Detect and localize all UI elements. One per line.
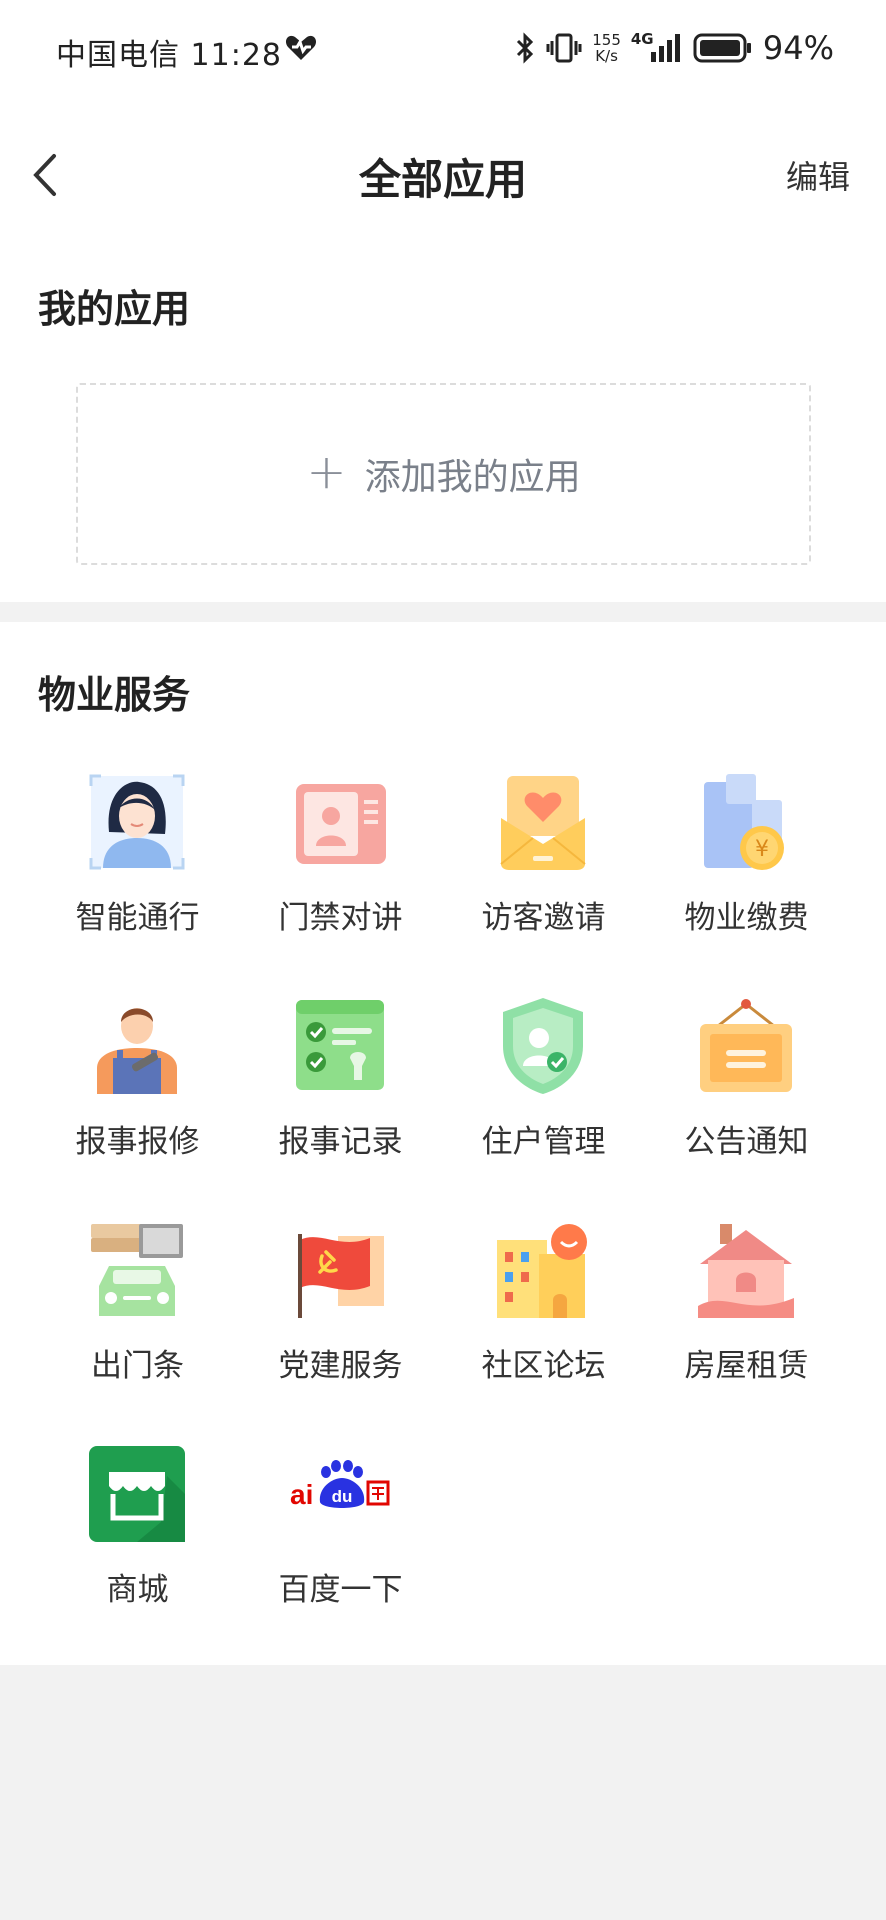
app-item-mall[interactable]: 商城 [36,1444,239,1644]
app-item-visitor-invite[interactable]: 访客邀请 [442,772,645,972]
app-item-smart-access[interactable]: 智能通行 [36,772,239,972]
app-label: 门禁对讲 [278,900,403,936]
face-access-icon [89,774,185,870]
app-label: 物业缴费 [684,900,809,936]
plus-icon: + [306,444,347,500]
app-item-notice[interactable]: 公告通知 [645,996,848,1196]
app-item-exit-pass[interactable]: 出门条 [36,1220,239,1420]
app-label: 房屋租赁 [684,1348,809,1384]
carrier-name: 中国电信 [56,38,180,73]
app-label: 住户管理 [481,1124,606,1160]
carrier-time: 中国电信 11:28 [56,30,282,74]
edit-button[interactable]: 编辑 [786,152,850,198]
my-apps-title: 我的应用 [38,287,191,331]
status-bar: 中国电信 11:28 155 K/s 4G 94% [0,0,886,100]
baidu-logo-icon: ai du [290,1460,390,1510]
app-item-repair[interactable]: 报事报修 [36,996,239,1196]
battery-icon [693,33,751,63]
app-label: 出门条 [91,1348,184,1384]
app-item-report-record[interactable]: 报事记录 [239,996,442,1196]
vibrate-icon [546,33,582,63]
notice-board-icon [700,999,792,1092]
speed-value: 155 [592,31,621,49]
add-my-app-label: 添加我的应用 [364,457,581,498]
header: 全部应用 编辑 [0,130,886,220]
signal-strength-icon [650,34,680,62]
house-rental-icon [698,1224,794,1318]
speed-unit: K/s [595,47,618,65]
party-flag-icon [298,1234,384,1318]
property-services-section: 物业服务 智能通行 门禁对讲 访客邀请 ¥ 物业缴费 报事报修 报事记录 住户管… [0,622,886,1665]
exit-pass-car-icon [91,1224,183,1316]
signal-group: 4G [631,30,683,64]
app-item-baidu[interactable]: ai du 百度一下 [239,1444,442,1644]
report-record-icon [296,1000,384,1090]
app-item-resident-mgmt[interactable]: 住户管理 [442,996,645,1196]
svg-text:¥: ¥ [755,837,769,862]
intercom-icon [296,784,386,864]
add-my-app-button[interactable]: + 添加我的应用 [76,383,811,565]
repair-worker-icon [97,1008,177,1094]
battery-percent: 94% [762,29,834,67]
app-label: 报事报修 [75,1124,200,1160]
svg-text:du: du [332,1487,353,1506]
property-fee-icon: ¥ [704,774,784,870]
app-item-intercom[interactable]: 门禁对讲 [239,772,442,972]
resident-shield-icon [503,998,583,1094]
health-heart-icon [285,35,317,60]
app-label: 商城 [106,1572,169,1608]
app-item-house-rental[interactable]: 房屋租赁 [645,1220,848,1420]
svg-text:ai: ai [290,1479,313,1510]
app-item-property-fee[interactable]: ¥ 物业缴费 [645,772,848,972]
app-label: 百度一下 [278,1572,403,1608]
app-label: 智能通行 [75,900,200,936]
community-forum-icon [497,1224,587,1318]
services-title: 物业服务 [38,673,191,717]
app-label: 党建服务 [278,1348,403,1384]
clock-time: 11:28 [190,38,283,73]
app-label: 公告通知 [684,1124,809,1160]
status-icons: 155 K/s 4G 94% [514,28,834,68]
app-label: 访客邀请 [481,900,606,936]
bluetooth-icon [517,32,534,64]
app-label: 报事记录 [278,1124,403,1160]
mall-store-icon [89,1446,185,1542]
page-title: 全部应用 [358,155,527,204]
app-item-party-building[interactable]: 党建服务 [239,1220,442,1420]
visitor-invite-icon [500,776,586,870]
app-label: 社区论坛 [481,1348,606,1384]
app-item-community-forum[interactable]: 社区论坛 [442,1220,645,1420]
network-speed: 155 K/s [592,32,621,64]
